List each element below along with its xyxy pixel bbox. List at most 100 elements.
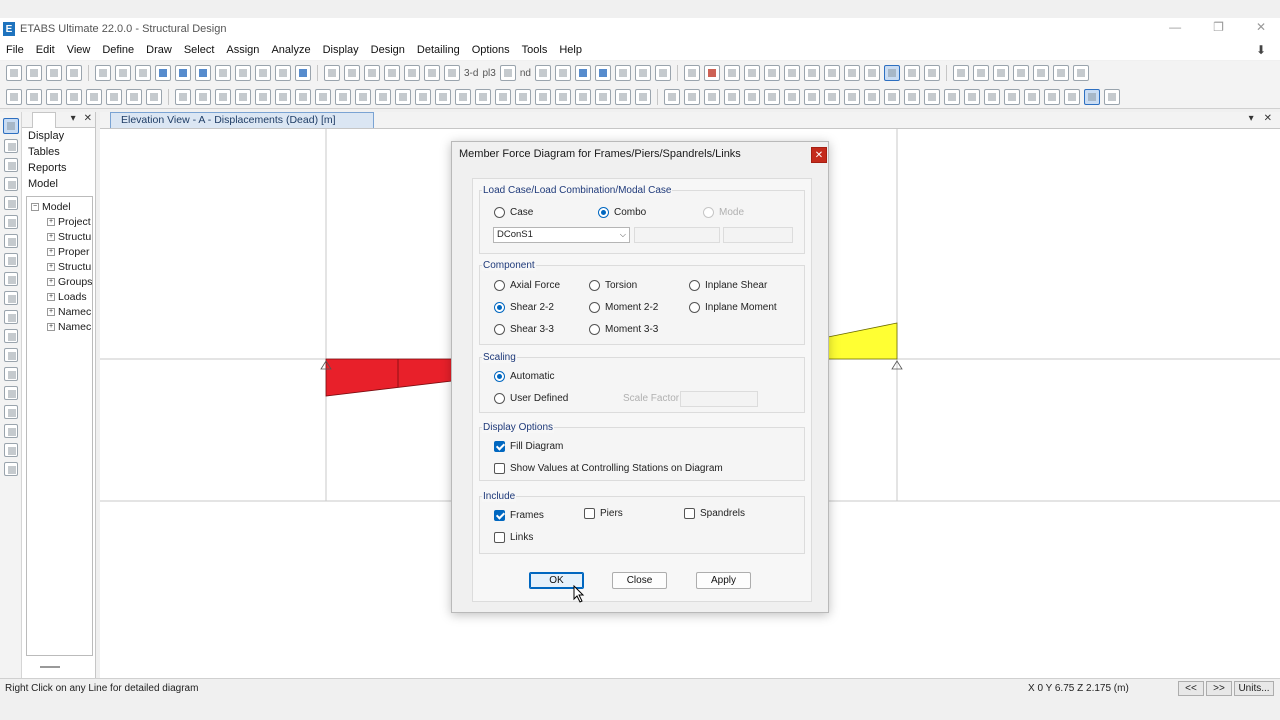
menu-help[interactable]: Help bbox=[553, 44, 588, 56]
save-icon[interactable] bbox=[195, 65, 211, 81]
section-icon[interactable] bbox=[1012, 65, 1029, 81]
explorer-section-model[interactable]: Model bbox=[22, 176, 95, 192]
expand-icon[interactable]: + bbox=[47, 292, 55, 301]
tool-icon[interactable] bbox=[235, 88, 251, 105]
tool-icon[interactable] bbox=[435, 88, 451, 105]
tool-icon[interactable] bbox=[783, 65, 800, 81]
tool-icon[interactable] bbox=[555, 88, 571, 105]
expand-icon[interactable]: + bbox=[47, 277, 55, 286]
tool-icon[interactable] bbox=[1024, 88, 1040, 105]
tool-icon[interactable] bbox=[664, 88, 680, 105]
tool-icon[interactable] bbox=[784, 88, 800, 105]
tool-icon[interactable] bbox=[844, 88, 860, 105]
tool-icon[interactable] bbox=[46, 65, 62, 81]
tool-icon[interactable] bbox=[415, 88, 431, 105]
apply-button[interactable]: Apply bbox=[696, 572, 751, 589]
explorer-section-tables[interactable]: Tables bbox=[22, 144, 95, 160]
tree-item[interactable]: + Loads bbox=[27, 289, 92, 304]
menu-detailing[interactable]: Detailing bbox=[411, 44, 466, 56]
links-checkbox[interactable]: Links bbox=[494, 532, 533, 543]
tool-icon[interactable] bbox=[803, 65, 820, 81]
draw-rebar-icon[interactable] bbox=[3, 443, 18, 457]
undo-icon[interactable] bbox=[215, 65, 231, 81]
new-model-icon[interactable] bbox=[6, 65, 22, 81]
move-down-icon[interactable] bbox=[594, 65, 611, 81]
tool-icon[interactable] bbox=[804, 88, 820, 105]
menu-design[interactable]: Design bbox=[365, 44, 411, 56]
menu-select[interactable]: Select bbox=[178, 44, 221, 56]
menu-file[interactable]: File bbox=[0, 44, 30, 56]
tool-icon[interactable] bbox=[275, 88, 291, 105]
pan-icon[interactable] bbox=[424, 65, 440, 81]
minimize-icon[interactable]: — bbox=[1169, 20, 1181, 34]
column-icon[interactable] bbox=[743, 65, 760, 81]
tool-icon[interactable] bbox=[704, 88, 720, 105]
tool-icon[interactable] bbox=[924, 88, 940, 105]
tree-item[interactable]: + Namec bbox=[27, 304, 92, 319]
previous-button[interactable]: << bbox=[1178, 681, 1204, 696]
piers-checkbox[interactable]: Piers bbox=[584, 508, 623, 519]
lock-icon[interactable] bbox=[275, 65, 291, 81]
expand-icon[interactable]: + bbox=[47, 322, 55, 331]
tool-icon[interactable] bbox=[883, 65, 900, 81]
select-pointer-icon[interactable] bbox=[1084, 88, 1100, 105]
menu-display[interactable]: Display bbox=[317, 44, 365, 56]
filter-icon[interactable] bbox=[992, 65, 1009, 81]
restore-icon[interactable]: ❐ bbox=[1213, 20, 1224, 34]
moment-2-2-radio[interactable]: Moment 2-2 bbox=[589, 302, 658, 313]
expand-icon[interactable]: + bbox=[47, 247, 55, 256]
set-display-options-icon[interactable] bbox=[614, 65, 631, 81]
shear-3-3-radio[interactable]: Shear 3-3 bbox=[494, 324, 554, 335]
explorer-close-icon[interactable]: ✕ bbox=[84, 113, 92, 124]
explorer-section-display[interactable]: Display bbox=[22, 128, 95, 144]
expand-icon[interactable]: + bbox=[47, 262, 55, 271]
zoom-in-icon[interactable] bbox=[384, 65, 400, 81]
tool-icon[interactable] bbox=[126, 88, 142, 105]
tool-icon[interactable] bbox=[1064, 88, 1080, 105]
zoom-window-icon[interactable] bbox=[324, 65, 340, 81]
tool-icon[interactable] bbox=[903, 65, 920, 81]
tool-icon[interactable] bbox=[46, 88, 62, 105]
tool-icon[interactable] bbox=[295, 88, 311, 105]
tool-icon[interactable] bbox=[615, 88, 631, 105]
tool-icon[interactable] bbox=[115, 65, 131, 81]
tool-icon[interactable] bbox=[984, 88, 1000, 105]
tool-icon[interactable] bbox=[26, 88, 42, 105]
rotate-icon[interactable] bbox=[534, 65, 551, 81]
tool-icon[interactable] bbox=[863, 65, 880, 81]
draw-beam-icon[interactable] bbox=[3, 177, 18, 191]
tool-icon[interactable] bbox=[495, 88, 511, 105]
tool-icon[interactable] bbox=[1052, 65, 1069, 81]
pencil-icon[interactable] bbox=[255, 65, 271, 81]
text-icon[interactable] bbox=[952, 65, 969, 81]
draw-opening-icon[interactable] bbox=[3, 272, 18, 286]
tool-icon[interactable] bbox=[972, 65, 989, 81]
tool-icon[interactable] bbox=[395, 88, 411, 105]
tool-icon[interactable] bbox=[635, 88, 651, 105]
draw-link-icon[interactable] bbox=[3, 291, 18, 305]
draw-grid-icon[interactable] bbox=[3, 386, 18, 400]
tool-icon[interactable] bbox=[634, 65, 651, 81]
tool-icon[interactable] bbox=[864, 88, 880, 105]
draw-column-icon[interactable] bbox=[3, 196, 18, 210]
tool-icon[interactable] bbox=[135, 65, 151, 81]
tool-icon[interactable] bbox=[195, 88, 211, 105]
run-analysis-icon[interactable] bbox=[295, 65, 311, 81]
inplane-moment-radio[interactable]: Inplane Moment bbox=[689, 302, 777, 313]
expand-icon[interactable]: + bbox=[47, 232, 55, 241]
user-defined-radio[interactable]: User Defined bbox=[494, 393, 568, 404]
open-icon[interactable] bbox=[26, 65, 42, 81]
nd-button[interactable]: nd bbox=[520, 68, 531, 79]
elevation-view-icon[interactable] bbox=[499, 65, 516, 81]
explorer-scrollbar[interactable] bbox=[40, 666, 60, 668]
tool-icon[interactable] bbox=[315, 88, 331, 105]
tool-icon[interactable] bbox=[1004, 88, 1020, 105]
draw-reference-icon[interactable] bbox=[3, 367, 18, 381]
shear-diagram-yellow[interactable] bbox=[827, 322, 898, 360]
wall-icon[interactable] bbox=[723, 65, 740, 81]
tool-icon[interactable] bbox=[95, 65, 111, 81]
tool-icon[interactable] bbox=[86, 88, 102, 105]
axial-force-radio[interactable]: Axial Force bbox=[494, 280, 560, 291]
draw-pier-icon[interactable] bbox=[3, 405, 18, 419]
menu-edit[interactable]: Edit bbox=[30, 44, 61, 56]
